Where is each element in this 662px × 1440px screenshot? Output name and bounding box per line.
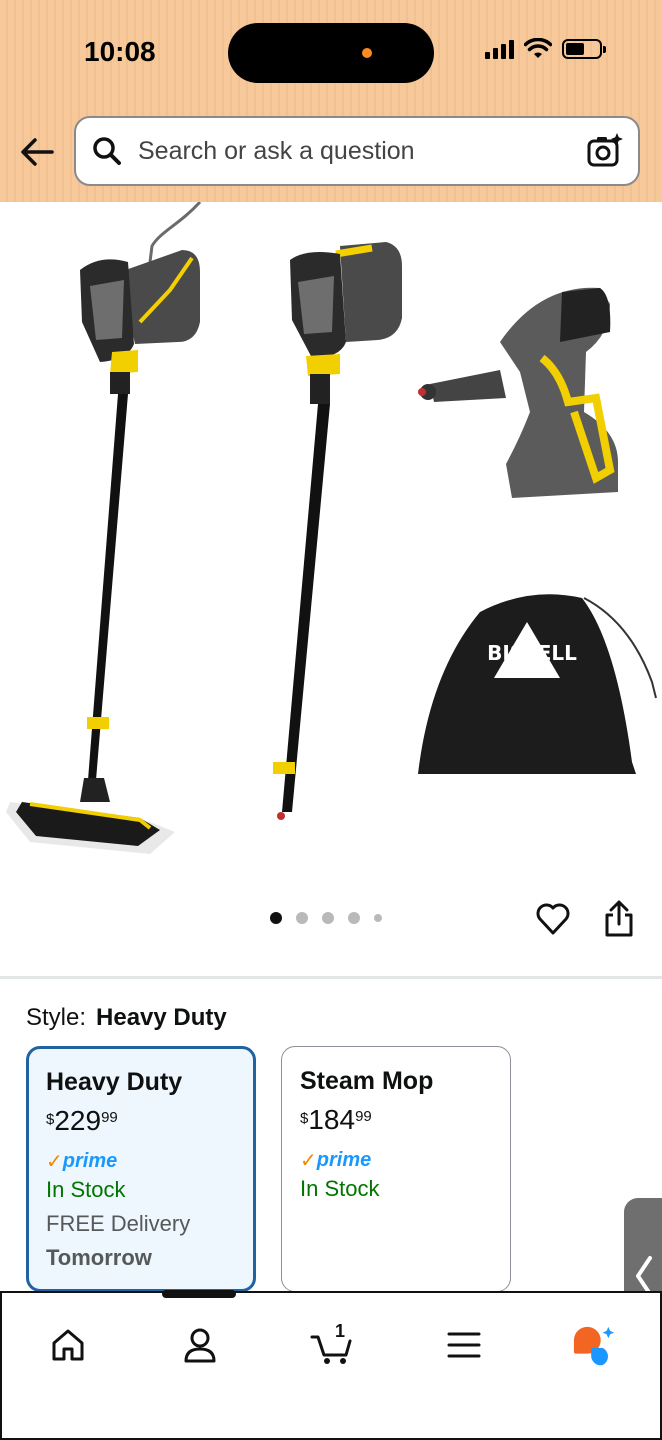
search-input[interactable]: Search or ask a question — [74, 116, 640, 186]
cellular-signal-icon — [485, 39, 514, 59]
bottom-navigation: 1 — [0, 1291, 662, 1440]
wifi-icon — [524, 38, 552, 58]
nav-active-indicator — [162, 1290, 236, 1298]
app-header: 10:08 Search or ask a question — [0, 0, 662, 202]
share-icon[interactable] — [603, 900, 635, 938]
style-option-heavy-duty[interactable]: Heavy Duty $229 99 ✓ prime In Stock FREE D… — [26, 1046, 256, 1292]
style-option-title: Heavy Duty — [46, 1068, 183, 1096]
rufus-assistant-icon — [573, 1326, 615, 1366]
bag-brand-logo: BISSELL — [487, 641, 577, 665]
cart-icon — [310, 1335, 352, 1364]
section-divider — [0, 976, 662, 979]
heart-icon[interactable] — [536, 902, 570, 936]
delivery-text: FREE Delivery — [46, 1211, 191, 1236]
status-icons — [485, 38, 606, 60]
style-label-text: Style: — [26, 1004, 87, 1031]
pagination-dot-5[interactable] — [374, 914, 382, 922]
image-pagination — [270, 912, 382, 924]
product-image[interactable]: BISSELL — [0, 202, 662, 882]
style-selected-value: Heavy Duty — [96, 1004, 227, 1031]
price: $184 99 — [300, 1104, 372, 1135]
style-label: Style: Heavy Duty — [26, 1004, 227, 1032]
prime-badge: ✓ prime — [46, 1149, 118, 1173]
prime-badge: ✓ prime — [300, 1148, 372, 1172]
handheld-steamer — [418, 287, 618, 498]
menu-icon — [447, 1332, 481, 1358]
battery-icon — [562, 39, 606, 59]
delivery-day: Tomorrow — [46, 1245, 152, 1270]
back-arrow-icon[interactable] — [18, 133, 56, 171]
steam-wand — [273, 242, 402, 820]
steam-mop-with-pad — [6, 250, 200, 854]
privacy-indicator-dot — [362, 48, 372, 58]
prime-check-icon: ✓ — [46, 1150, 63, 1173]
home-icon — [52, 1329, 84, 1361]
dynamic-island — [228, 23, 434, 83]
nav-rufus[interactable] — [572, 1323, 616, 1367]
price: $229 99 — [46, 1105, 118, 1136]
stock-status: In Stock — [46, 1177, 126, 1202]
search-placeholder: Search or ask a question — [138, 136, 415, 165]
pagination-dot-3[interactable] — [322, 912, 334, 924]
camera-icon[interactable] — [586, 132, 624, 170]
cart-count-badge: 1 — [335, 1321, 346, 1341]
pagination-dot-2[interactable] — [296, 912, 308, 924]
prime-check-icon: ✓ — [300, 1149, 317, 1172]
account-icon — [184, 1328, 216, 1363]
nav-menu[interactable] — [442, 1323, 486, 1367]
pagination-dot-4[interactable] — [348, 912, 360, 924]
nav-cart[interactable]: 1 — [310, 1321, 354, 1367]
style-option-title: Steam Mop — [300, 1067, 434, 1095]
nav-account[interactable] — [178, 1323, 222, 1367]
status-time: 10:08 — [84, 36, 156, 67]
pagination-dot-1[interactable] — [270, 912, 282, 924]
style-option-steam-mop[interactable]: Steam Mop $184 99 ✓ prime In Stock — [281, 1046, 511, 1292]
storage-bag: BISSELL — [418, 594, 657, 774]
nav-home[interactable] — [46, 1323, 90, 1367]
search-icon — [93, 137, 121, 165]
stock-status: In Stock — [300, 1176, 380, 1201]
